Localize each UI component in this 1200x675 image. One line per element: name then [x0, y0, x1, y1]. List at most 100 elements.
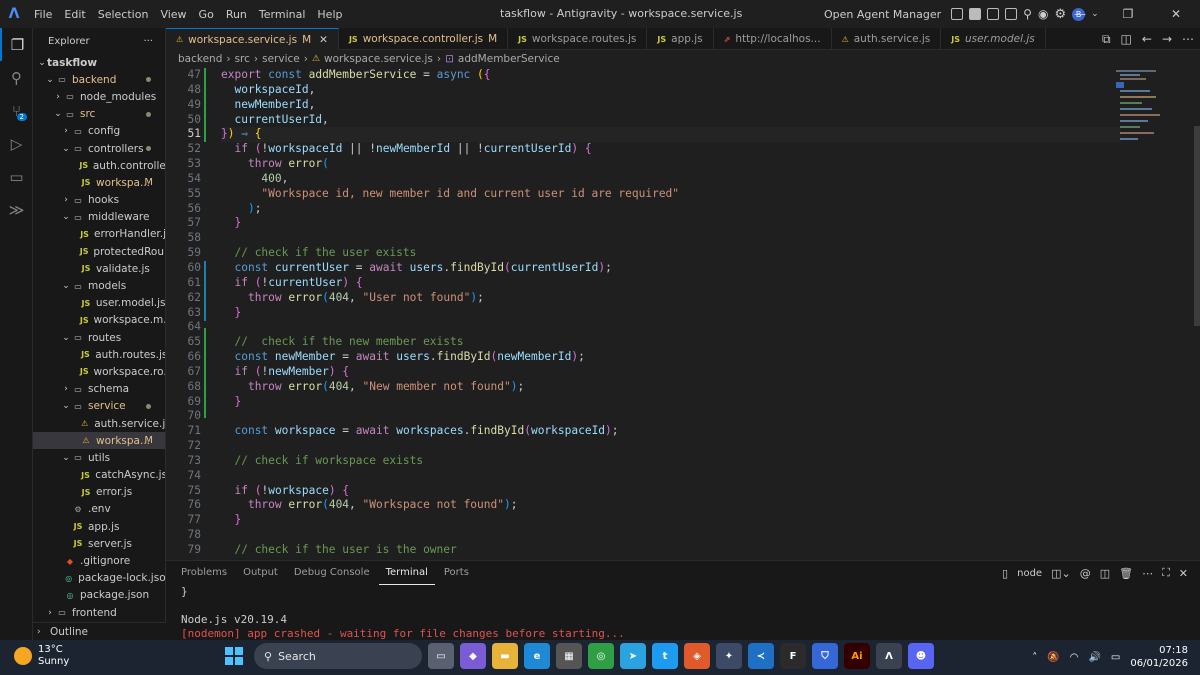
antigravity-taskbar-icon[interactable]: Λ [876, 643, 902, 669]
explorer-files-icon[interactable]: ❐ [0, 28, 33, 61]
telegram-icon[interactable]: ➤ [620, 643, 646, 669]
code-line[interactable]: if (!currentUser) { [221, 276, 1121, 291]
tree-item[interactable]: ⌄ taskflow [33, 54, 165, 71]
task-view-icon[interactable]: ▭ [428, 643, 454, 669]
tree-item[interactable]: ◎ package-lock.json [33, 570, 165, 587]
restore-icon[interactable]: ❐ [1104, 7, 1152, 21]
code-line[interactable]: if (!workspace) { [221, 484, 1121, 499]
at-icon[interactable]: @ [1080, 567, 1091, 580]
code-line[interactable]: ); [221, 202, 1121, 217]
code-line[interactable] [221, 320, 1121, 335]
split-editor-icon[interactable]: ◫ [1121, 32, 1132, 46]
codeium-icon[interactable]: ✦ [716, 643, 742, 669]
code-line[interactable]: export const addMemberService = async ({ [221, 68, 1121, 83]
edge-icon[interactable]: e [524, 643, 550, 669]
breadcrumb-item[interactable]: src [235, 53, 250, 65]
close-panel-icon[interactable]: ✕ [1179, 567, 1188, 580]
tree-item[interactable]: ⌄ ▭ service [33, 398, 165, 415]
terminal-icon[interactable]: ▯ [1002, 567, 1008, 580]
layout-icon[interactable] [951, 8, 964, 20]
close-window-icon[interactable]: ✕ [1152, 7, 1200, 21]
breadcrumb-item[interactable]: backend [178, 53, 222, 65]
code-line[interactable]: // check if the user exists [221, 246, 1121, 261]
run-debug-icon[interactable]: ▷ [0, 127, 33, 160]
minimize-icon[interactable]: — [1056, 7, 1104, 21]
weather-widget[interactable]: 13°C Sunny [14, 644, 69, 668]
tree-item[interactable]: › ▭ node_modules [33, 88, 165, 105]
code-line[interactable]: throw error(404, "Workspace not found"); [221, 498, 1121, 513]
brave-icon[interactable]: ◈ [684, 643, 710, 669]
code-line[interactable]: 400, [221, 172, 1121, 187]
tree-item[interactable]: JS workspace.m... [33, 312, 165, 329]
code-line[interactable] [221, 469, 1121, 484]
breadcrumb-item[interactable]: addMemberService [458, 53, 560, 65]
editor-tab[interactable]: JS workspace.routes.js [508, 28, 648, 50]
open-changes-icon[interactable]: ⧉ [1102, 32, 1111, 47]
code-line[interactable]: "Workspace id, new member id and current… [221, 187, 1121, 202]
tree-item[interactable]: JS catchAsync.js [33, 467, 165, 484]
search-icon[interactable]: ⚲ [1023, 7, 1032, 21]
code-line[interactable]: // check if the user is the owner [221, 543, 1121, 558]
source-control-icon[interactable]: ⑂ 2 [0, 94, 33, 127]
vpn-icon[interactable]: ⛉ [812, 643, 838, 669]
menu-item-edit[interactable]: Edit [58, 8, 91, 21]
terminal-output[interactable]: } Node.js v20.19.4 [nodemon] app crashed -… [166, 585, 1200, 640]
editor-tab[interactable]: JS app.js [647, 28, 714, 50]
clock[interactable]: 07:18 06/01/2026 [1130, 644, 1188, 670]
open-agent-manager-button[interactable]: Open Agent Manager [824, 8, 941, 21]
go-back-icon[interactable]: ← [1142, 32, 1152, 46]
tree-item[interactable]: ⚙ .env [33, 501, 165, 518]
tree-item[interactable]: JS auth.routes.js [33, 346, 165, 363]
tab-close-icon[interactable]: ✕ [319, 34, 328, 46]
tree-item[interactable]: JS validate.js [33, 260, 165, 277]
more-icon[interactable]: ⋯ [1182, 32, 1194, 46]
tree-item[interactable]: JS server.js [33, 535, 165, 552]
outline-section[interactable]: › Outline [33, 622, 166, 640]
editor-scrollbar[interactable] [1194, 126, 1200, 326]
panel-tab-debug-console[interactable]: Debug Console [287, 561, 377, 585]
wifi-icon[interactable]: ◠ [1070, 652, 1079, 663]
code-line[interactable]: if (!newMember) { [221, 365, 1121, 380]
chevron-up-icon[interactable]: ˄ [1032, 652, 1037, 663]
code-line[interactable] [221, 231, 1121, 246]
tree-item[interactable]: ⌄ ▭ middleware [33, 209, 165, 226]
panel-tab-terminal[interactable]: Terminal [378, 561, 435, 585]
code-line[interactable]: // check if workspace exists [221, 454, 1121, 469]
maximize-panel-icon[interactable]: ⛶ [1162, 566, 1170, 580]
tree-item[interactable]: ⌄ ▭ routes [33, 329, 165, 346]
menu-item-selection[interactable]: Selection [92, 8, 155, 21]
panel-more-icon[interactable]: ⋯ [1142, 567, 1153, 580]
editor-tab[interactable]: JS user.model.js [941, 28, 1046, 50]
tree-item[interactable]: ⌄ ▭ backend [33, 71, 165, 88]
tree-item[interactable]: › ▭ hooks [33, 192, 165, 209]
new-terminal-icon[interactable]: ◫⌄ [1051, 567, 1071, 580]
editor-tab[interactable]: JS workspace.controller.js M [339, 28, 509, 50]
editor-tab[interactable]: ⚠ workspace.service.js M ✕ [166, 28, 339, 50]
breadcrumb-item[interactable]: workspace.service.js [324, 53, 433, 65]
taskbar-search[interactable]: ⚲ Search [254, 643, 422, 669]
code-line[interactable]: workspaceId, [221, 83, 1121, 98]
breadcrumb-item[interactable]: service [262, 53, 300, 65]
code-line[interactable]: } [221, 513, 1121, 528]
code-line[interactable]: const newMember = await users.findById(n… [221, 350, 1121, 365]
tree-item[interactable]: JS error.js [33, 484, 165, 501]
tree-item[interactable]: JSauth.controlle... [33, 157, 165, 174]
go-forward-icon[interactable]: → [1162, 32, 1172, 46]
tree-item[interactable]: JS user.model.js [33, 295, 165, 312]
code-line[interactable]: }) ⇒ { [221, 127, 1121, 143]
code-line[interactable]: currentUserId, [221, 113, 1121, 128]
tree-item[interactable]: › ▭ schema [33, 381, 165, 398]
twitter-icon[interactable]: t [652, 643, 678, 669]
chrome-icon[interactable]: ◎ [588, 643, 614, 669]
file-explorer-icon[interactable]: ▬ [492, 643, 518, 669]
code-line[interactable]: const currentUser = await users.findById… [221, 261, 1121, 276]
windows-start-icon[interactable] [225, 647, 243, 665]
tree-item[interactable]: ⌄ ▭ controllers [33, 140, 165, 157]
code-line[interactable]: } [221, 216, 1121, 231]
code-line[interactable]: throw error(404, "User not found"); [221, 291, 1121, 306]
illustrator-icon[interactable]: Ai [844, 643, 870, 669]
menu-item-run[interactable]: Run [220, 8, 253, 21]
tree-item[interactable]: JS workspa... M [33, 174, 165, 191]
code-line[interactable]: } [221, 395, 1121, 410]
code-line[interactable]: const workspace = await workspaces.findB… [221, 424, 1121, 439]
